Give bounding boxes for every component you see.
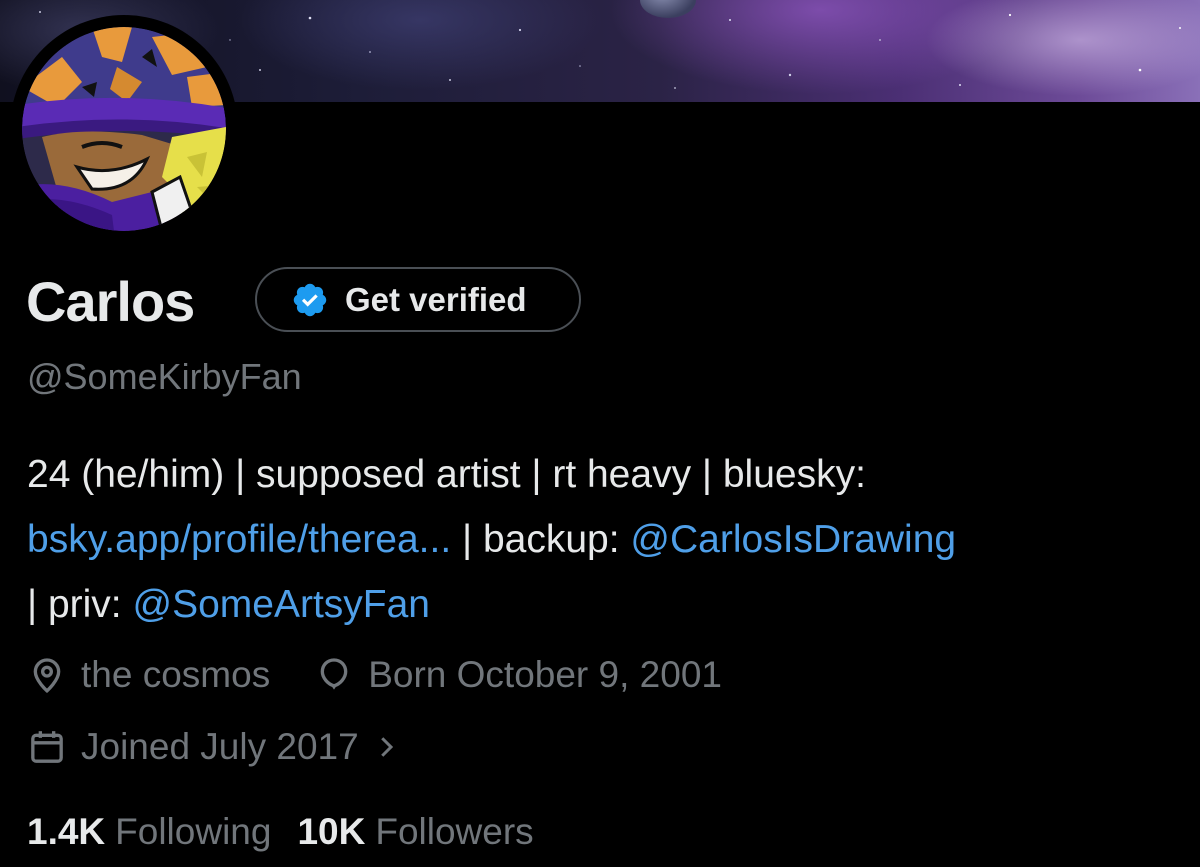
follow-stats: 1.4K Following 10K Followers (27, 808, 534, 856)
avatar-image (22, 27, 226, 231)
private-account-link[interactable]: @SomeArtsyFan (132, 583, 430, 626)
bio-line-2: bsky.app/profile/therea... | backup: @Ca… (27, 507, 1187, 572)
location-item: the cosmos (27, 651, 270, 699)
birthday-text: Born October 9, 2001 (368, 654, 722, 695)
backup-account-link[interactable]: @CarlosIsDrawing (630, 518, 956, 561)
joined-row[interactable]: Joined July 2017 (27, 723, 401, 771)
user-handle: @SomeKirbyFan (27, 356, 302, 397)
bio-priv-text: | priv: (27, 583, 133, 626)
joined-text: Joined July 2017 (81, 726, 359, 767)
get-verified-button[interactable]: Get verified (255, 267, 581, 332)
avatar[interactable] (22, 27, 226, 231)
bio-backup-text: | backup: (451, 518, 631, 561)
bio-line-3: | priv: @SomeArtsyFan (27, 572, 1187, 637)
calendar-icon (31, 731, 63, 763)
following-link[interactable]: 1.4K Following (27, 808, 271, 856)
profile-page: Carlos Get verified @SomeKirbyFan 24 (he… (0, 0, 1200, 867)
get-verified-label: Get verified (345, 280, 527, 318)
joined-item[interactable]: Joined July 2017 (27, 723, 401, 771)
display-name: Carlos (26, 270, 195, 333)
bluesky-link[interactable]: bsky.app/profile/therea... (27, 518, 451, 561)
following-label: Following (115, 811, 272, 852)
balloon-icon (320, 658, 348, 690)
followers-label: Followers (375, 811, 534, 852)
location-text: the cosmos (81, 654, 271, 695)
location-pin-icon (33, 658, 61, 694)
verified-badge-icon (291, 281, 329, 319)
birthday-item: Born October 9, 2001 (314, 651, 722, 699)
profile-meta-row: the cosmos Born October 9, 2001 (27, 651, 722, 699)
followers-link[interactable]: 10K Followers (297, 808, 533, 856)
bio-line-1: 24 (he/him) | supposed artist | rt heavy… (27, 453, 866, 496)
following-count: 1.4K (27, 811, 106, 852)
chevron-right-icon (380, 737, 393, 757)
profile-bio: 24 (he/him) | supposed artist | rt heavy… (27, 442, 1187, 637)
followers-count: 10K (297, 811, 366, 852)
